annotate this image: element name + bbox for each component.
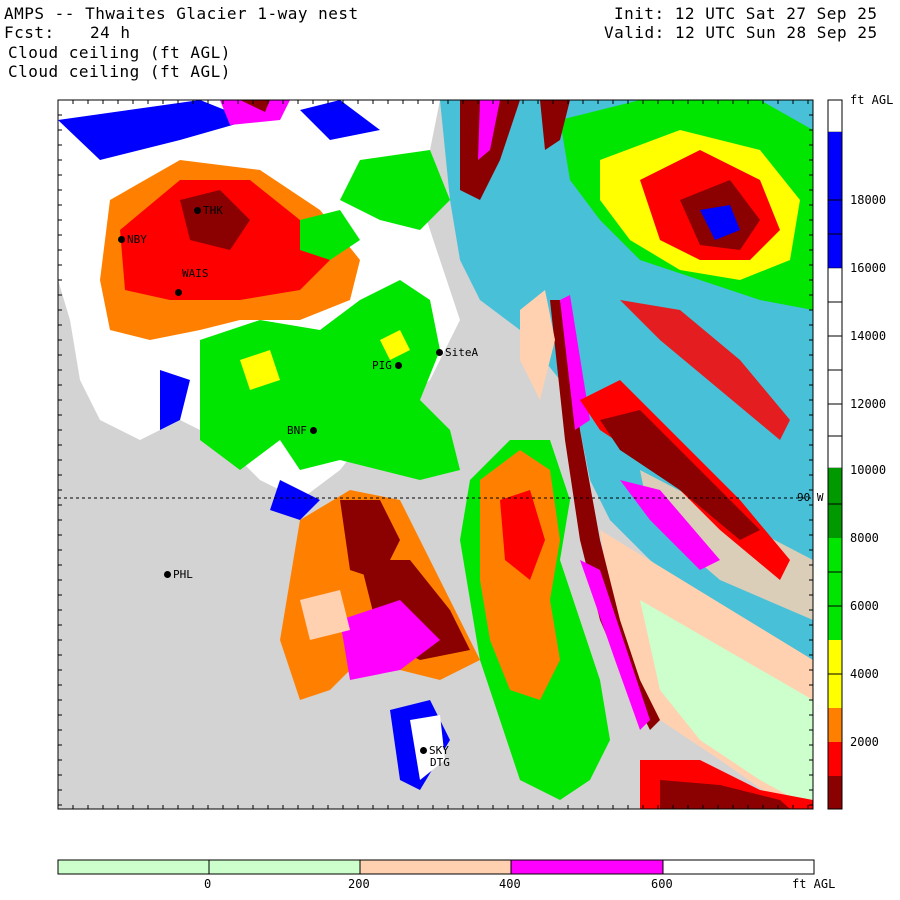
station-dot-icon xyxy=(118,236,125,243)
station-dot-icon xyxy=(436,349,443,356)
horizontal-colorbar-tick: 400 xyxy=(499,877,521,891)
latitude-line-label: 90 W xyxy=(797,491,824,504)
vertical-colorbar-tick: 8000 xyxy=(850,531,879,545)
station-wais-dot-icon xyxy=(175,286,183,296)
station-dot-icon xyxy=(420,747,427,754)
station-dot-icon xyxy=(309,427,317,434)
vertical-colorbar-tick: 18000 xyxy=(850,193,887,207)
horizontal-colorbar-tick: 600 xyxy=(651,877,673,891)
station-dot-icon xyxy=(394,362,402,369)
station-thk: THK xyxy=(194,204,223,217)
station-dot-icon xyxy=(164,571,171,578)
vertical-colorbar-tick: 14000 xyxy=(850,329,887,343)
station-dot-icon xyxy=(194,207,201,214)
vertical-colorbar-tick: 12000 xyxy=(850,397,887,411)
station-phl: PHL xyxy=(164,568,193,581)
vertical-colorbar-tick: 6000 xyxy=(850,599,879,613)
horizontal-colorbar-tick: 0 xyxy=(204,877,212,891)
station-pig: PIG xyxy=(372,359,402,372)
horizontal-colorbar-tick: 200 xyxy=(348,877,370,891)
vertical-colorbar-tick: 16000 xyxy=(850,261,887,275)
vertical-colorbar-tick: 4000 xyxy=(850,667,879,681)
field-layer xyxy=(58,100,813,809)
station-dtg: DTG xyxy=(430,756,450,769)
horizontal-colorbar xyxy=(57,859,815,875)
vertical-colorbar-unit: ft AGL xyxy=(850,93,894,107)
vertical-colorbar-tick: 2000 xyxy=(850,735,879,749)
horizontal-colorbar-unit: ft AGL xyxy=(792,877,836,891)
vertical-colorbar-tick: 10000 xyxy=(850,463,887,477)
station-nby: NBY xyxy=(118,233,147,246)
station-bnf: BNF xyxy=(287,424,317,437)
station-wais: WAIS xyxy=(182,267,209,280)
station-sitea: SiteA xyxy=(436,346,478,359)
vertical-colorbar xyxy=(827,99,843,810)
cloud-ceiling-map xyxy=(57,99,843,875)
